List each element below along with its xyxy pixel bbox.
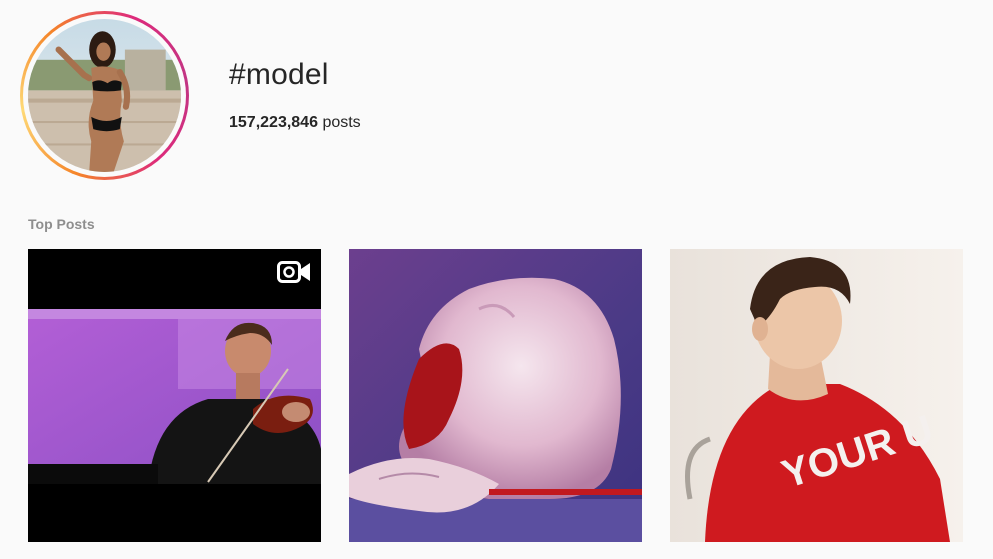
- post-2-image: [349, 249, 642, 542]
- hashtag-title: #model: [229, 58, 329, 91]
- hashtag-avatar-image: [28, 19, 181, 172]
- post-1-image: [28, 249, 321, 542]
- posts-count-number: 157,223,846: [229, 114, 318, 131]
- video-camera-icon: [277, 261, 310, 283]
- post-3-image: YOUR U: [670, 249, 963, 542]
- hashtag-avatar-ring[interactable]: [20, 11, 189, 180]
- top-post-3[interactable]: YOUR U: [670, 249, 963, 542]
- top-post-1[interactable]: [28, 249, 321, 542]
- posts-count: 157,223,846 posts: [229, 114, 361, 132]
- top-post-2[interactable]: [349, 249, 642, 542]
- hashtag-page: #model 157,223,846 posts Top Posts YOUR …: [0, 0, 993, 559]
- top-posts-heading: Top Posts: [28, 216, 95, 232]
- posts-count-suffix: posts: [322, 114, 361, 131]
